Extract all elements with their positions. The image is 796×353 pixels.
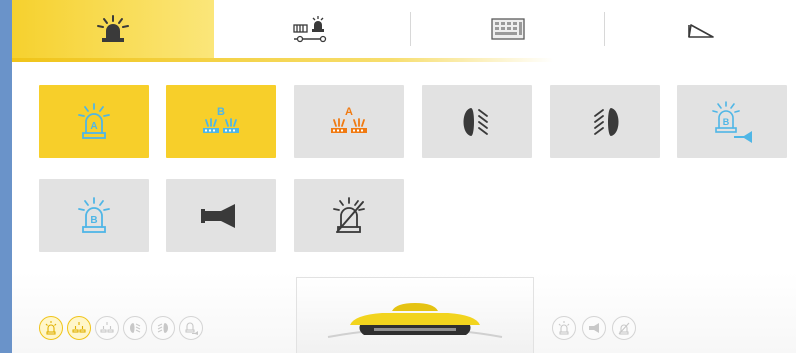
horn-icon — [201, 203, 235, 228]
tile-beacon-a[interactable]: A — [39, 85, 149, 158]
tile-beacon-b-horn[interactable]: B — [677, 85, 787, 158]
lightbar-preview-panel — [296, 277, 534, 353]
lightbar-a-letter: A — [345, 106, 353, 118]
tab-keypad[interactable] — [411, 0, 604, 58]
beacon-b-icon — [558, 321, 570, 335]
status-horn — [582, 316, 606, 340]
headlight-left-icon — [463, 107, 488, 136]
headlight-right-icon — [157, 323, 168, 333]
lightbar-b-icon: B — [203, 106, 239, 133]
lightbar-b-letter: B — [217, 106, 225, 118]
tile-headlight-left[interactable] — [422, 85, 532, 158]
tile-beacon-b[interactable]: B — [39, 179, 149, 252]
beacon-b-icon: B — [78, 196, 110, 233]
lightbar-a-icon — [100, 322, 114, 333]
beacon-b-horn-letter: B — [723, 117, 730, 127]
beacon-b-letter: B — [90, 215, 97, 226]
lightbar-preview-icon — [327, 302, 503, 338]
side-strip — [0, 0, 12, 353]
tile-beacon-off[interactable] — [294, 179, 404, 252]
beacon-a-letter: A — [90, 121, 97, 132]
status-headlight-left — [123, 316, 147, 340]
tab-active-underline — [12, 58, 554, 62]
beacon-b-horn-icon: B — [712, 100, 752, 143]
beacon-a-icon: A — [78, 102, 110, 139]
ramp-icon — [687, 24, 714, 38]
lightbar-b-icon — [72, 322, 86, 333]
status-beacon-b — [552, 316, 576, 340]
lightbar-control-screen: A B A B B — [0, 0, 796, 353]
tile-headlight-right[interactable] — [550, 85, 660, 158]
beacon-b-horn-icon — [185, 322, 198, 335]
status-beacon-a — [39, 316, 63, 340]
beacon-off-icon — [333, 196, 365, 233]
tile-lightbar-a[interactable]: A — [294, 85, 404, 158]
tab-ramp[interactable] — [605, 0, 796, 58]
status-beacon-b-horn — [179, 316, 203, 340]
tab-bar — [12, 0, 796, 62]
beacon-icon — [97, 15, 129, 42]
tile-lightbar-b[interactable]: B — [166, 85, 276, 158]
tile-horn[interactable] — [166, 179, 276, 252]
horn-icon — [589, 323, 599, 333]
status-beacon-off — [612, 316, 636, 340]
headlight-left-icon — [130, 323, 141, 333]
headlight-right-icon — [594, 107, 619, 136]
trailer-beacon-icon — [293, 16, 327, 43]
beacon-a-icon — [45, 321, 57, 335]
tab-trailer-beacon[interactable] — [214, 0, 410, 58]
status-lightbar-b — [67, 316, 91, 340]
lightbar-a-icon: A — [331, 106, 367, 133]
status-headlight-right — [151, 316, 175, 340]
tab-beacon[interactable] — [12, 0, 214, 58]
status-lightbar-a — [95, 316, 119, 340]
beacon-off-icon — [618, 322, 630, 335]
keypad-icon — [490, 18, 525, 40]
